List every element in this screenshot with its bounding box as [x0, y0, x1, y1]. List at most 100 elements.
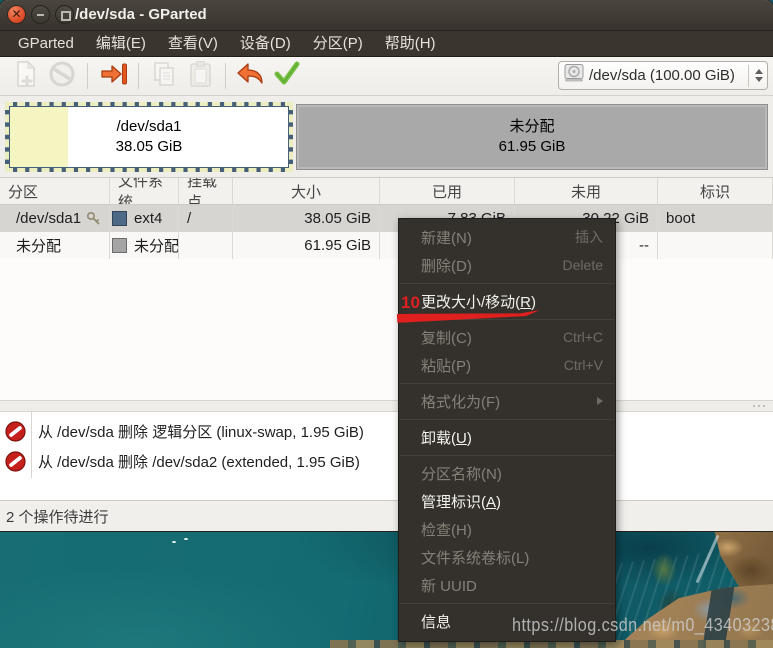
device-selector[interactable]: /dev/sda (100.00 GiB)	[558, 61, 768, 90]
mount-point: /	[179, 205, 233, 232]
no-entry-icon	[5, 450, 26, 472]
document-plus-icon	[13, 60, 39, 93]
apply-button[interactable]	[269, 60, 305, 92]
table-row-unallocated[interactable]: 未分配 未分配 61.95 GiB --	[0, 232, 773, 259]
menu-item-label: 管理标识(A)	[421, 493, 502, 511]
no-entry-icon	[5, 420, 26, 442]
menu-item-label: 格式化为(F)	[421, 393, 501, 411]
mount-point	[179, 232, 233, 259]
statusbar-text: 2 个操作待进行	[6, 508, 109, 526]
menu-item-name-partition[interactable]: 分区名称(N)	[399, 459, 615, 487]
delete-partition-button[interactable]	[44, 60, 80, 92]
undo-button[interactable]	[233, 60, 269, 92]
menu-item-delete[interactable]: 删除(D) Delete	[399, 251, 615, 279]
menu-item-unmount[interactable]: 卸载(U)	[399, 423, 615, 451]
col-header-unused[interactable]: 未用	[515, 178, 658, 204]
visual-unallocated[interactable]: 未分配 61.95 GiB	[296, 104, 768, 170]
device-selector-value: /dev/sda (100.00 GiB)	[589, 67, 735, 84]
menu-separator	[399, 379, 615, 387]
col-header-flags[interactable]: 标识	[658, 178, 773, 204]
menu-item-label-filesystem[interactable]: 文件系统卷标(L)	[399, 543, 615, 571]
paste-button[interactable]	[182, 60, 218, 92]
menu-item-manage-flags[interactable]: 管理标识(A)	[399, 487, 615, 515]
menu-gparted[interactable]: GParted	[7, 31, 85, 57]
hard-disk-icon	[563, 63, 585, 88]
close-icon[interactable]: ✕	[7, 5, 26, 24]
col-header-size[interactable]: 大小	[233, 178, 380, 204]
titlebar[interactable]: ✕ /dev/sda - GParted	[0, 0, 773, 31]
menu-item-label: 删除(D)	[421, 257, 472, 275]
menu-view[interactable]: 查看(V)	[157, 31, 229, 57]
partition-name: /dev/sda1	[16, 210, 82, 227]
partition-name: 未分配	[0, 232, 110, 259]
pane-divider[interactable]	[0, 400, 773, 412]
operation-text: 从 /dev/sda 删除 逻辑分区 (linux-swap, 1.95 GiB…	[38, 423, 364, 441]
menu-item-label: 分区名称(N)	[421, 465, 502, 483]
filesystem-label: 未分配	[134, 238, 179, 255]
statusbar: 2 个操作待进行	[0, 500, 773, 531]
partition-table: 分区 文件系统 挂载点 大小 已用 未用 标识 /dev/sda1 ext4 /…	[0, 178, 773, 259]
operation-item: 从 /dev/sda 删除 /dev/sda2 (extended, 1.95 …	[0, 446, 773, 476]
visual-partition-size: 38.05 GiB	[115, 138, 183, 155]
col-header-filesystem[interactable]: 文件系统	[110, 178, 179, 204]
menu-item-label: 检查(H)	[421, 521, 472, 539]
menu-item-copy[interactable]: 复制(C) Ctrl+C	[399, 323, 615, 351]
resize-move-button[interactable]	[95, 60, 131, 92]
flags-value: boot	[658, 205, 773, 232]
minimize-icon[interactable]	[31, 5, 50, 24]
menu-separator	[399, 415, 615, 423]
menu-separator	[399, 599, 615, 607]
filesystem-color-swatch	[112, 238, 127, 253]
menu-edit[interactable]: 编辑(E)	[85, 31, 157, 57]
menu-item-paste[interactable]: 粘贴(P) Ctrl+V	[399, 351, 615, 379]
visual-unallocated-name: 未分配	[509, 117, 555, 135]
menu-item-new-uuid[interactable]: 新 UUID	[399, 571, 615, 599]
col-header-used[interactable]: 已用	[380, 178, 515, 204]
menu-item-check[interactable]: 检查(H)	[399, 515, 615, 543]
operation-text: 从 /dev/sda 删除 /dev/sda2 (extended, 1.95 …	[38, 453, 360, 471]
size-value: 61.95 GiB	[233, 232, 380, 259]
table-row-sda1[interactable]: /dev/sda1 ext4 / 38.05 GiB 7.83 GiB 30.2…	[0, 205, 773, 232]
flags-value	[658, 232, 773, 259]
menu-help[interactable]: 帮助(H)	[374, 31, 447, 57]
table-header-row: 分区 文件系统 挂载点 大小 已用 未用 标识	[0, 178, 773, 205]
menu-item-label: 文件系统卷标(L)	[421, 549, 530, 567]
new-partition-button[interactable]	[8, 60, 44, 92]
watermark-text: https://blog.csdn.net/m0_43403238	[512, 615, 773, 635]
spinner-arrows-icon[interactable]	[748, 64, 763, 87]
water-speck	[172, 541, 176, 543]
menu-partition[interactable]: 分区(P)	[302, 31, 374, 57]
copy-button[interactable]	[146, 60, 182, 92]
menubar: GParted 编辑(E) 查看(V) 设备(D) 分区(P) 帮助(H)	[0, 31, 773, 57]
paste-icon	[187, 60, 214, 93]
water-speck	[184, 538, 188, 540]
copy-icon	[151, 60, 178, 93]
partition-context-menu: 新建(N) 插入 删除(D) Delete 更改大小/移动(R) 复制(C) C…	[398, 218, 616, 642]
visual-partition-sda1[interactable]: /dev/sda1 38.05 GiB	[5, 102, 293, 172]
menu-item-label: 新建(N)	[421, 229, 472, 247]
toolbar: /dev/sda (100.00 GiB)	[0, 57, 773, 96]
undo-icon	[236, 61, 266, 92]
screen: ✕ /dev/sda - GParted GParted 编辑(E) 查看(V)…	[0, 0, 773, 648]
col-header-partition[interactable]: 分区	[0, 178, 110, 204]
pending-operations-list: 从 /dev/sda 删除 逻辑分区 (linux-swap, 1.95 GiB…	[0, 412, 773, 500]
operation-item: 从 /dev/sda 删除 逻辑分区 (linux-swap, 1.95 GiB…	[0, 416, 773, 446]
menu-item-shortcut: Ctrl+V	[563, 357, 603, 373]
resize-move-icon	[98, 61, 128, 92]
size-value: 38.05 GiB	[233, 205, 380, 232]
col-header-mountpoint[interactable]: 挂载点	[179, 178, 233, 204]
maximize-icon[interactable]	[55, 5, 74, 24]
menu-item-format-to[interactable]: 格式化为(F)	[399, 387, 615, 415]
gparted-window: ✕ /dev/sda - GParted GParted 编辑(E) 查看(V)…	[0, 0, 773, 531]
menu-item-shortcut: 插入	[575, 229, 603, 245]
toolbar-separator	[225, 63, 226, 89]
menu-item-resize-move[interactable]: 更改大小/移动(R)	[399, 287, 615, 315]
menu-item-label: 更改大小/移动(R)	[421, 293, 537, 311]
submenu-arrow-icon	[597, 397, 603, 405]
window-title: /dev/sda - GParted	[75, 6, 207, 23]
menu-device[interactable]: 设备(D)	[229, 31, 302, 57]
menu-item-new[interactable]: 新建(N) 插入	[399, 223, 615, 251]
mounted-keys-icon	[86, 211, 101, 226]
menu-separator	[399, 279, 615, 287]
toolbar-separator	[138, 63, 139, 89]
